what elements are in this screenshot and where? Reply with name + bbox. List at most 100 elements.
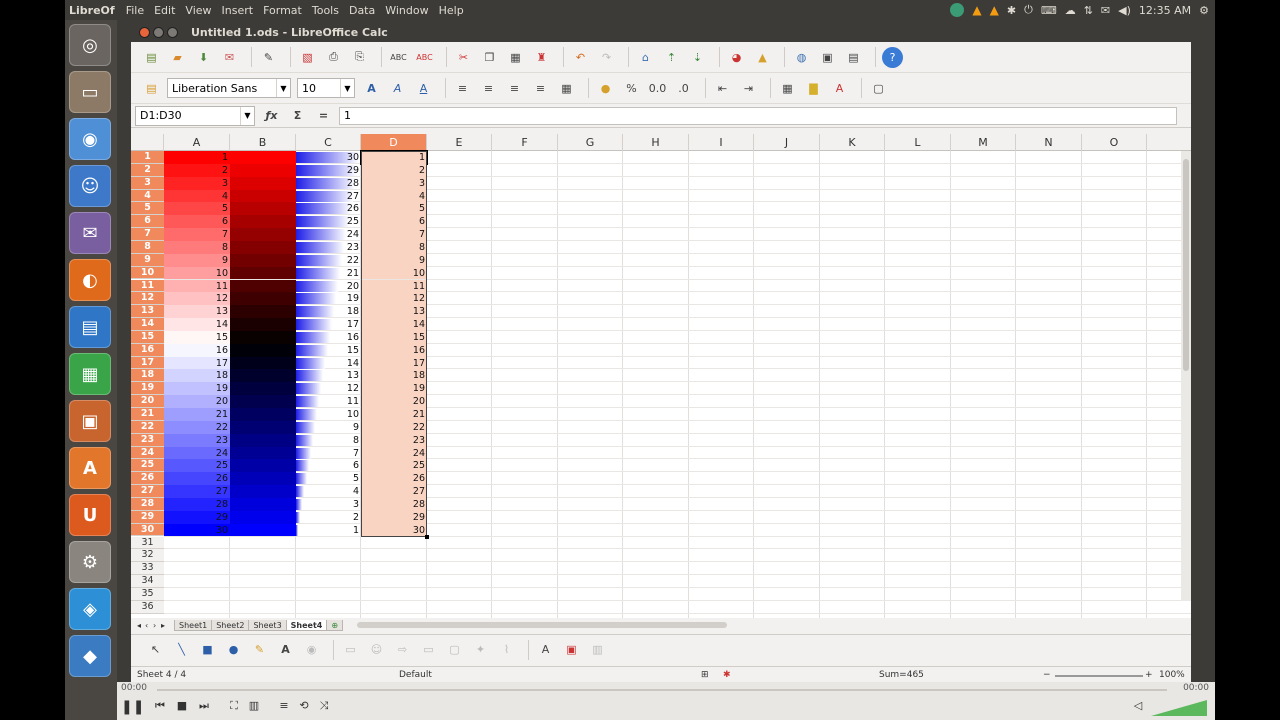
styles-icon[interactable]: ▤	[141, 78, 162, 99]
column-header-i[interactable]: I	[689, 134, 754, 151]
menu-window[interactable]: Window	[380, 4, 433, 17]
cell-a26[interactable]: 26	[164, 472, 230, 486]
cell-a29[interactable]: 29	[164, 510, 230, 524]
sort-desc-icon[interactable]: ⇣	[687, 47, 708, 68]
clock[interactable]: 12:35 AM	[1139, 4, 1191, 17]
save-icon[interactable]: ⬇	[193, 47, 214, 68]
chromium-icon[interactable]: ◉	[69, 118, 111, 160]
cell-c6[interactable]: 25	[296, 215, 361, 228]
cell-b24[interactable]	[230, 446, 296, 460]
tab-nav-prev-icon[interactable]: ‹	[145, 621, 153, 630]
cell-b9[interactable]	[230, 253, 296, 267]
menu-insert[interactable]: Insert	[217, 4, 259, 17]
undo-icon[interactable]: ↶	[570, 47, 591, 68]
cell-a24[interactable]: 24	[164, 446, 230, 460]
power-tray-icon[interactable]: ⏻	[1024, 3, 1033, 17]
text-icon[interactable]: A	[275, 639, 296, 660]
column-header-f[interactable]: F	[492, 134, 558, 151]
pidgin-icon[interactable]: ✉	[69, 212, 111, 254]
row-header-21[interactable]: 21	[131, 408, 164, 421]
scrollbar-thumb[interactable]	[1183, 159, 1189, 371]
cell-b16[interactable]	[230, 343, 296, 357]
row-header-13[interactable]: 13	[131, 305, 164, 319]
cell-a19[interactable]: 19	[164, 382, 230, 396]
cell-b26[interactable]	[230, 472, 296, 486]
bold-icon[interactable]: A	[361, 78, 382, 99]
column-header-n[interactable]: N	[1016, 134, 1082, 151]
cell-a9[interactable]: 9	[164, 253, 230, 267]
cell-a3[interactable]: 3	[164, 176, 230, 190]
cell-b23[interactable]	[230, 433, 296, 447]
cell-c2[interactable]: 29	[296, 164, 361, 177]
files-icon[interactable]: ▭	[69, 71, 111, 113]
add-sheet-button[interactable]: ⊕	[326, 619, 344, 631]
tab-nav-last-icon[interactable]: ▸	[161, 621, 175, 630]
column-header-j[interactable]: J	[754, 134, 820, 151]
percent-icon[interactable]: %	[621, 78, 642, 99]
column-header-o[interactable]: O	[1082, 134, 1147, 151]
cell-a2[interactable]: 2	[164, 163, 230, 177]
cell-c21[interactable]: 10	[296, 408, 361, 421]
row-header-10[interactable]: 10	[131, 266, 164, 280]
row-header-32[interactable]: 32	[131, 549, 164, 563]
pause-button[interactable]: ❚❚	[121, 699, 144, 715]
row-header-20[interactable]: 20	[131, 395, 164, 408]
menu-help[interactable]: Help	[434, 4, 469, 17]
next-button[interactable]: ⏭	[195, 699, 213, 715]
row-header-4[interactable]: 4	[131, 189, 164, 203]
cell-c26[interactable]: 5	[296, 472, 361, 485]
cell-b17[interactable]	[230, 356, 296, 370]
font-name-box[interactable]: Liberation Sans ▼	[167, 78, 291, 98]
align-right-icon[interactable]: ≡	[504, 78, 525, 99]
cell-a6[interactable]: 6	[164, 215, 230, 229]
column-header-h[interactable]: H	[623, 134, 689, 151]
cell-a23[interactable]: 23	[164, 433, 230, 447]
cell-a5[interactable]: 5	[164, 202, 230, 216]
column-header-g[interactable]: G	[558, 134, 623, 151]
cell-a8[interactable]: 8	[164, 240, 230, 254]
cell-a4[interactable]: 4	[164, 189, 230, 203]
name-box[interactable]: D1:D30 ▼	[135, 105, 255, 126]
cell-a10[interactable]: 10	[164, 266, 230, 280]
extended-settings-button[interactable]: ▥	[245, 699, 263, 715]
row-header-5[interactable]: 5	[131, 202, 164, 216]
calc-icon[interactable]: ▦	[69, 353, 111, 395]
equals-icon[interactable]: =	[313, 105, 334, 126]
cell-c17[interactable]: 14	[296, 357, 361, 370]
column-header-k[interactable]: K	[820, 134, 885, 151]
spellcheck-icon[interactable]: ABC	[388, 47, 409, 68]
row-header-9[interactable]: 9	[131, 253, 164, 267]
fullscreen-button[interactable]: ⛶	[225, 699, 243, 715]
ellipse-icon[interactable]: ●	[223, 639, 244, 660]
cell-b2[interactable]	[230, 163, 296, 177]
row-header-7[interactable]: 7	[131, 228, 164, 241]
close-button[interactable]	[139, 26, 150, 38]
cell-a25[interactable]: 25	[164, 459, 230, 473]
menu-edit[interactable]: Edit	[149, 4, 180, 17]
selection-mode-icon[interactable]: ⊞	[701, 670, 709, 680]
cell-c15[interactable]: 16	[296, 331, 361, 344]
zoom-out-icon[interactable]: −	[1043, 670, 1051, 680]
row-header-6[interactable]: 6	[131, 215, 164, 229]
sum-display[interactable]: Sum=465	[879, 670, 924, 680]
autospell-icon[interactable]: ABC	[414, 47, 435, 68]
column-header-l[interactable]: L	[885, 134, 951, 151]
block-arrows-icon[interactable]: ⇨	[392, 639, 413, 660]
underline-icon[interactable]: A	[413, 78, 434, 99]
system-settings-icon[interactable]: ⚙	[69, 541, 111, 583]
new-icon[interactable]: ▤	[141, 47, 162, 68]
messenger-icon[interactable]: ☺	[69, 165, 111, 207]
chevron-down-icon[interactable]: ▼	[340, 79, 354, 97]
column-header-c[interactable]: C	[296, 134, 361, 151]
horizontal-scrollbar[interactable]	[357, 622, 728, 628]
cell-a13[interactable]: 13	[164, 305, 230, 319]
copy-icon[interactable]: ❐	[479, 47, 500, 68]
keyboard-icon[interactable]: ⌨	[1041, 4, 1057, 17]
cell-b7[interactable]	[230, 228, 296, 241]
align-center-icon[interactable]: ≡	[478, 78, 499, 99]
justify-icon[interactable]: ≡	[530, 78, 551, 99]
cell-c30[interactable]: 1	[296, 524, 361, 537]
font-color-icon[interactable]: A	[829, 78, 850, 99]
cell-b5[interactable]	[230, 202, 296, 216]
font-size-box[interactable]: 10 ▼	[297, 78, 355, 98]
